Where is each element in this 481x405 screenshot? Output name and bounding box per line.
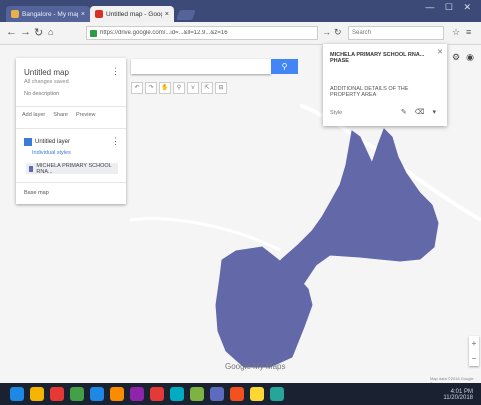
draw-line-icon[interactable]: ⋎ xyxy=(187,82,199,94)
polygon-swatch-icon xyxy=(29,165,34,172)
add-marker-icon[interactable]: ⚲ xyxy=(173,82,185,94)
taskbar-app-icon[interactable] xyxy=(90,387,104,401)
bookmark-star-icon[interactable]: ☆ xyxy=(452,27,460,38)
taskbar-app-icon[interactable] xyxy=(70,387,84,401)
address-bar[interactable]: https://drive.google.com/...id=...&ll=12… xyxy=(86,26,318,40)
taskbar-app-icon[interactable] xyxy=(210,387,224,401)
map-description[interactable]: No description xyxy=(24,91,59,97)
share-button[interactable]: Share xyxy=(53,112,68,118)
taskbar-app-icon[interactable] xyxy=(190,387,204,401)
clock-date: 11/20/2018 xyxy=(443,395,473,401)
forward-arrow-icon[interactable]: → xyxy=(20,26,31,38)
layer-row[interactable]: Untitled layer xyxy=(24,138,70,146)
taskbar-app-icon[interactable] xyxy=(250,387,264,401)
add-directions-icon[interactable]: ⇱ xyxy=(201,82,213,94)
feature-info-popup: MICHELA PRIMARY SCHOOL RNA... PHASE ADDI… xyxy=(323,44,447,126)
taskbar-app-icon[interactable] xyxy=(50,387,64,401)
map-top-right-controls: ⚙◉ xyxy=(452,52,480,63)
os-taskbar: 4:01 PM 11/20/2018 xyxy=(0,383,481,405)
save-status: All changes saved xyxy=(24,79,69,85)
preview-button[interactable]: Preview xyxy=(76,112,96,118)
back-arrow-icon[interactable]: ← xyxy=(6,26,17,38)
taskbar-app-icon[interactable] xyxy=(230,387,244,401)
taskbar-app-icon[interactable] xyxy=(270,387,284,401)
measure-icon[interactable]: ⊟ xyxy=(215,82,227,94)
divider xyxy=(16,128,126,129)
layer-name[interactable]: Untitled layer xyxy=(35,139,70,145)
map-legend-panel: Untitled map All changes saved No descri… xyxy=(16,58,126,204)
google-logo: Google My Maps xyxy=(225,362,286,371)
popup-action-icons[interactable]: ✎ ⌫ ▾ xyxy=(401,108,439,116)
reload-icon[interactable]: ↻ xyxy=(34,26,43,39)
window-controls[interactable]: — ☐ ✕ xyxy=(425,2,475,13)
taskbar-app-icon[interactable] xyxy=(170,387,184,401)
new-tab-button[interactable] xyxy=(176,10,196,20)
tab-favicon-icon xyxy=(11,10,19,18)
map-options-kebab-icon[interactable]: ⋮ xyxy=(111,66,120,77)
divider xyxy=(16,106,126,107)
tab-my-maps[interactable]: Bangalore - My maps... × xyxy=(6,6,90,22)
tab-label: Bangalore - My maps... xyxy=(22,10,78,18)
taskbar-app-icon[interactable] xyxy=(150,387,164,401)
tab-close-icon[interactable]: × xyxy=(81,11,85,18)
account-avatar-icon[interactable]: ◉ xyxy=(466,52,480,62)
taskbar-app-icon[interactable] xyxy=(110,387,124,401)
pan-hand-icon[interactable]: ✋ xyxy=(159,82,171,94)
url-text: https://drive.google.com/...id=...&ll=12… xyxy=(100,30,228,36)
tab-untitled-map[interactable]: Untitled map - Google My Maps × xyxy=(90,6,174,22)
popup-style-button[interactable]: Style xyxy=(330,110,342,116)
start-button-icon[interactable] xyxy=(10,387,24,401)
settings-gear-icon[interactable]: ⚙ xyxy=(452,52,466,62)
zoom-out-button[interactable]: − xyxy=(469,351,479,366)
browser-nav-bar: ← → ↻ ⌂ https://drive.google.com/...id=.… xyxy=(0,22,481,45)
panel-actions: Add layer Share Preview xyxy=(22,112,96,118)
popup-title: MICHELA PRIMARY SCHOOL RNA... PHASE xyxy=(330,52,425,64)
browser-tab-bar: Bangalore - My maps... × Untitled map - … xyxy=(0,0,481,22)
feature-item[interactable]: MICHELA PRIMARY SCHOOL RNA... xyxy=(26,162,118,175)
browser-search-input[interactable]: Search xyxy=(348,26,444,40)
base-map-toggle[interactable]: Base map xyxy=(24,190,49,196)
home-icon[interactable]: ⌂ xyxy=(48,27,53,37)
popup-description: ADDITIONAL DETAILS OF THE PROPERTY AREA xyxy=(330,86,409,98)
taskbar-app-icon[interactable] xyxy=(30,387,44,401)
feature-name: MICHELA PRIMARY SCHOOL RNA... xyxy=(36,162,112,175)
popup-close-icon[interactable]: ✕ xyxy=(437,48,443,56)
refresh-icon[interactable]: ↻ xyxy=(334,27,342,38)
redo-icon[interactable]: ↷ xyxy=(145,82,157,94)
road xyxy=(129,217,281,252)
taskbar-app-icon[interactable] xyxy=(130,387,144,401)
tab-close-icon[interactable]: × xyxy=(165,11,169,18)
divider xyxy=(16,182,126,183)
search-icon: ⚲ xyxy=(281,62,288,71)
go-arrow-icon[interactable]: → xyxy=(322,27,331,37)
secure-lock-icon xyxy=(90,29,97,37)
add-layer-button[interactable]: Add layer xyxy=(22,112,45,118)
map-toolbar: ↶ ↷ ✋ ⚲ ⋎ ⇱ ⊟ xyxy=(131,82,227,94)
zoom-in-button[interactable]: + xyxy=(469,336,479,351)
property-polygon[interactable] xyxy=(271,128,439,292)
layer-checkbox[interactable] xyxy=(24,138,32,146)
layer-style-link[interactable]: Individual styles xyxy=(32,150,71,156)
layer-options-kebab-icon[interactable]: ⋮ xyxy=(111,136,120,147)
undo-icon[interactable]: ↶ xyxy=(131,82,143,94)
map-search-button[interactable]: ⚲ xyxy=(271,59,298,74)
tab-favicon-icon xyxy=(95,10,103,18)
system-clock[interactable]: 4:01 PM 11/20/2018 xyxy=(443,389,473,401)
tab-label: Untitled map - Google My Maps xyxy=(106,10,162,18)
menu-icon[interactable]: ≡ xyxy=(466,27,471,37)
map-search-input[interactable] xyxy=(131,59,271,74)
zoom-control: + − xyxy=(469,336,479,366)
map-title[interactable]: Untitled map xyxy=(24,68,69,77)
